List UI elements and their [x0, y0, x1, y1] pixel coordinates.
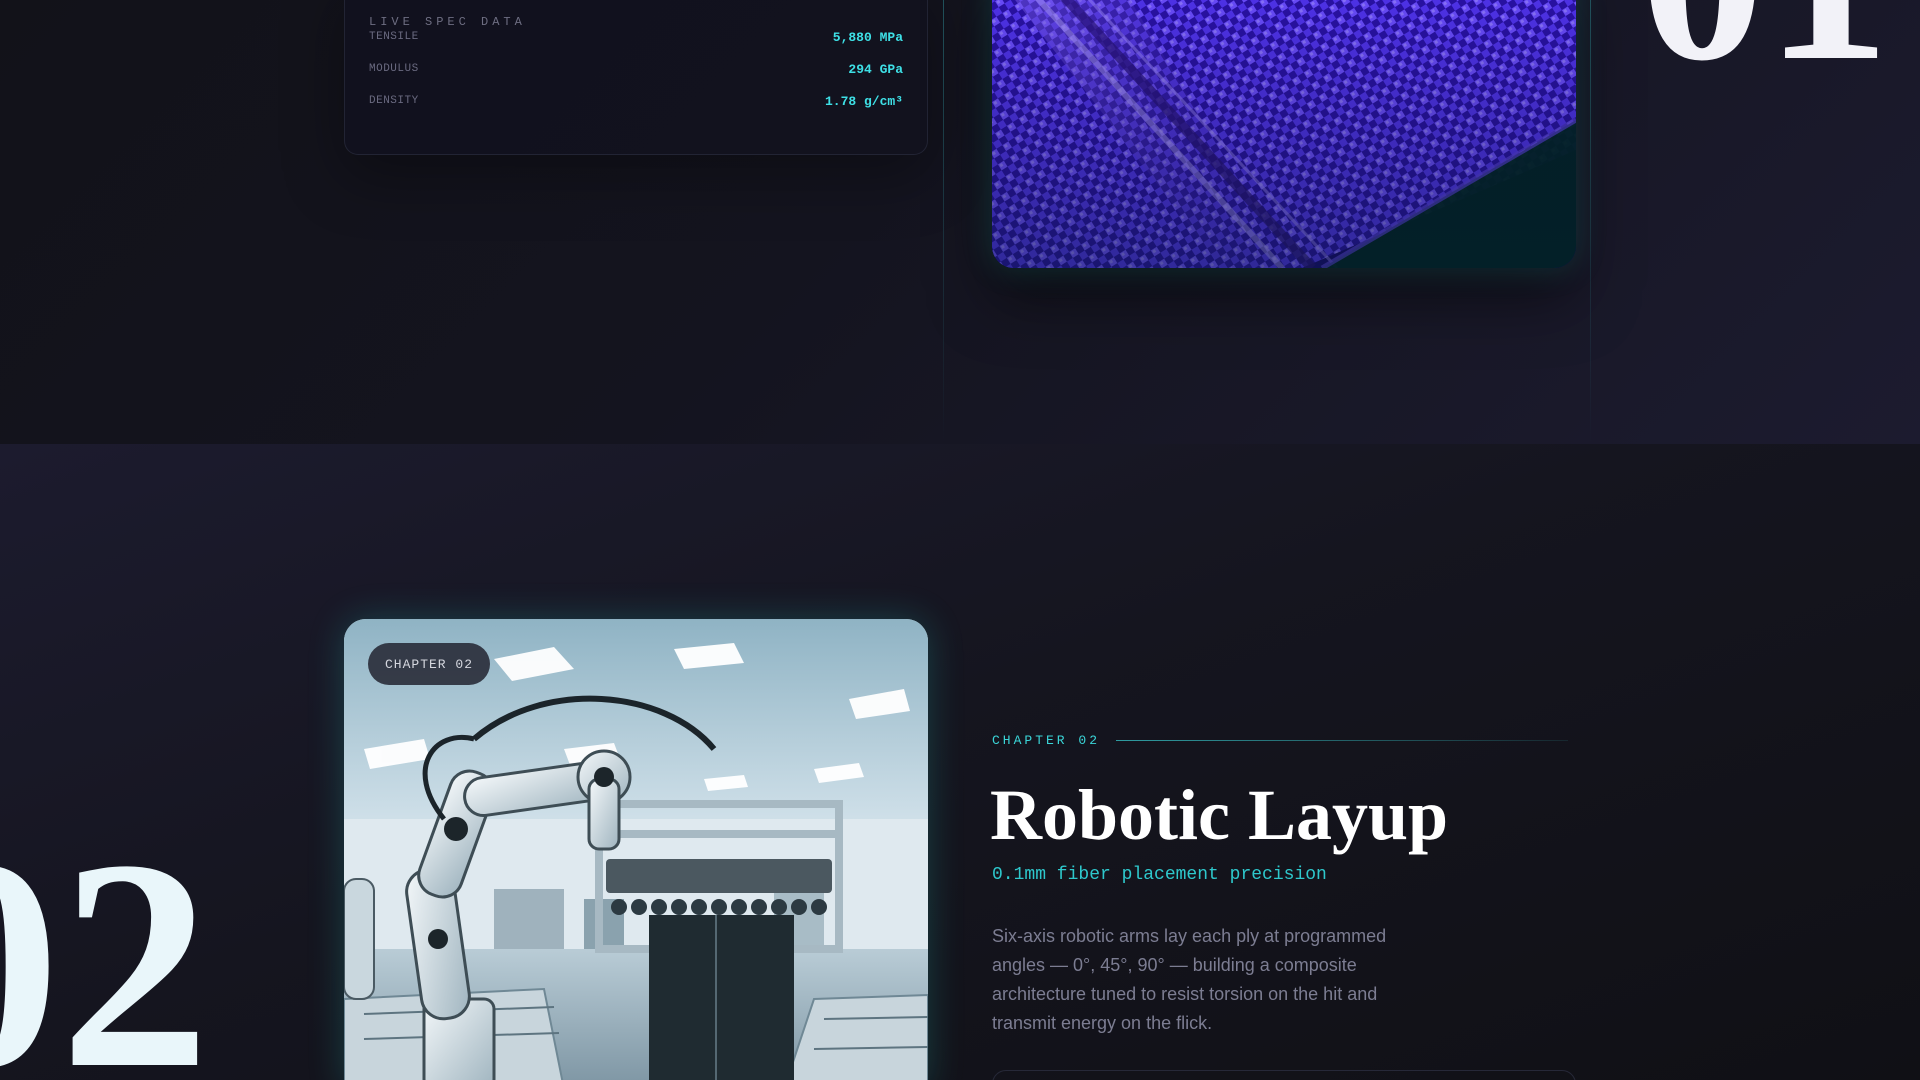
spec-label: DENSITY — [369, 95, 419, 107]
spec-value: 5,880 MPa — [832, 29, 903, 45]
chapter-number-02: 02 — [0, 798, 210, 1080]
chapter-kicker: CHAPTER 02 — [992, 733, 1569, 748]
robotic-arm-illustration — [344, 619, 928, 1080]
spec-label: MODULUS — [369, 63, 419, 75]
spec-row-tensile: TENSILE 5,880 MPa — [369, 27, 903, 47]
carbon-fiber-illustration — [992, 0, 1576, 268]
robotic-layup-image-card: CHAPTER 02 — [344, 619, 928, 1080]
chapter-subtitle: 0.1mm fiber placement precision — [992, 865, 1327, 885]
carbon-fiber-image — [992, 0, 1576, 268]
chapter-bottom-panel — [992, 1070, 1576, 1080]
spec-row-modulus: MODULUS 294 GPa — [369, 59, 903, 79]
live-spec-card: LIVE SPEC DATA TENSILE 5,880 MPa MODULUS… — [344, 0, 928, 155]
chapter-badge: CHAPTER 02 — [368, 643, 491, 685]
divider-line — [1590, 0, 1591, 444]
kicker-divider — [1116, 740, 1569, 741]
divider-line — [943, 0, 944, 444]
spec-value: 1.78 g/cm³ — [824, 93, 903, 109]
chapter-number-01: 01 — [1640, 0, 1890, 100]
chapter-01-section: LIVE SPEC DATA TENSILE 5,880 MPa MODULUS… — [0, 0, 1920, 444]
chapter-02-section: 02 — [0, 444, 1920, 1080]
chapter-title: Robotic Layup — [990, 775, 1449, 855]
spec-row-density: DENSITY 1.78 g/cm³ — [369, 91, 903, 111]
chapter-description: Six-axis robotic arms lay each ply at pr… — [992, 926, 1387, 1033]
spec-label: TENSILE — [369, 31, 419, 43]
chapter-kicker-label: CHAPTER 02 — [992, 733, 1101, 748]
spec-value: 294 GPa — [848, 61, 903, 77]
